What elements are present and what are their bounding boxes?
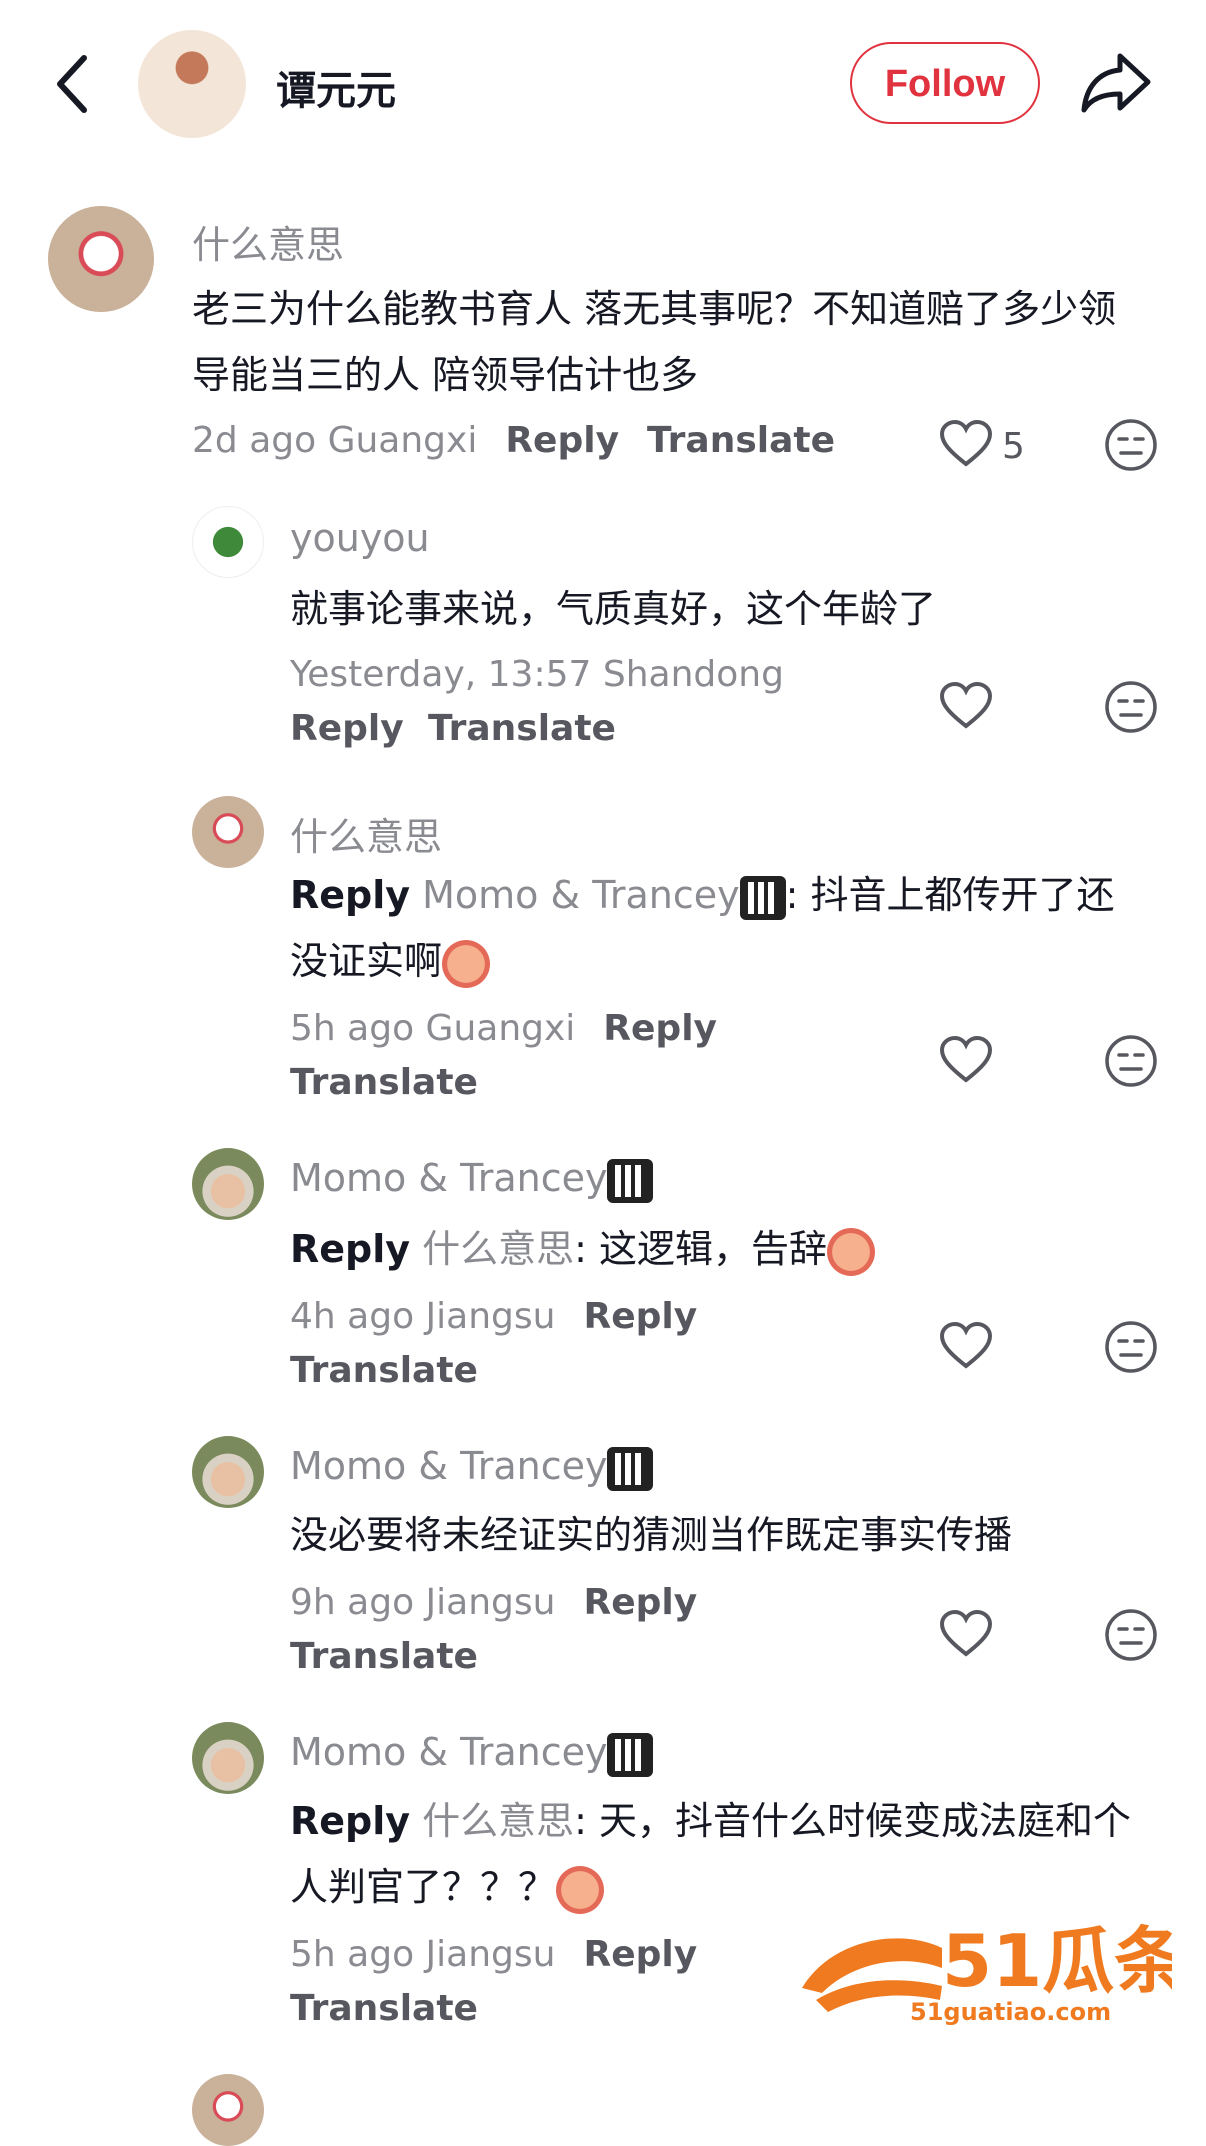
header-bar: 谭元元 Follow bbox=[0, 0, 1206, 170]
translate-button[interactable]: Translate bbox=[428, 708, 616, 749]
comment-time-location: 5h ago Jiangsu bbox=[290, 1934, 556, 1975]
translate-button[interactable]: Translate bbox=[647, 420, 835, 461]
reply-to-user[interactable]: 什么意思 bbox=[422, 1799, 574, 1843]
commenter-avatar[interactable] bbox=[192, 2074, 264, 2146]
back-icon[interactable] bbox=[52, 52, 92, 116]
commenter-name[interactable]: Momo & Trancey bbox=[290, 1730, 607, 1774]
reply-prefix: Reply bbox=[290, 873, 411, 917]
heart-icon[interactable] bbox=[940, 682, 992, 730]
crying-emoji bbox=[442, 939, 491, 988]
commenter-name[interactable]: Momo & Trancey bbox=[290, 1156, 607, 1200]
comment-time-location: 9h ago Jiangsu bbox=[290, 1582, 556, 1623]
translate-button[interactable]: Translate bbox=[290, 1350, 478, 1391]
commenter-name-row: Momo & Trancey bbox=[290, 1156, 654, 1203]
comment-text: 老三为什么能教书育人 落无其事呢？不知道赔了多少领导能当三的人 陪领导估计也多 bbox=[192, 287, 1117, 397]
heart-icon[interactable] bbox=[940, 1610, 992, 1658]
comment-meta: 5h ago Jiangsu Reply bbox=[290, 1934, 697, 1975]
dislike-icon[interactable] bbox=[1104, 1320, 1158, 1374]
reply-button[interactable]: Reply bbox=[583, 1934, 697, 1975]
comment-time-location: 5h ago Guangxi bbox=[290, 1008, 576, 1049]
comment-text: : 天，抖音什么时候变成法庭和个人判官了？？？ bbox=[290, 1799, 1132, 1909]
comment-time-location: Yesterday, 13:57 Shandong bbox=[290, 654, 784, 695]
translate-button[interactable]: Translate bbox=[290, 1062, 478, 1103]
dislike-icon[interactable] bbox=[1104, 1608, 1158, 1662]
reply-button[interactable]: Reply bbox=[290, 708, 404, 749]
author-avatar[interactable] bbox=[138, 30, 246, 138]
heart-icon[interactable] bbox=[940, 1322, 992, 1370]
piano-emoji bbox=[607, 1158, 654, 1203]
commenter-avatar[interactable] bbox=[192, 1436, 264, 1508]
commenter-name[interactable]: 什么意思 bbox=[290, 806, 442, 861]
comment-text: : 这逻辑，告辞 bbox=[574, 1227, 828, 1271]
reply-button[interactable]: Reply bbox=[583, 1582, 697, 1623]
like-count: 5 bbox=[1002, 426, 1025, 467]
piano-emoji bbox=[607, 1446, 654, 1491]
author-name[interactable]: 谭元元 bbox=[276, 58, 396, 116]
commenter-name-row: Momo & Trancey bbox=[290, 1444, 654, 1491]
comment-meta: 9h ago Jiangsu Reply bbox=[290, 1582, 697, 1623]
share-icon[interactable] bbox=[1080, 50, 1152, 114]
commenter-name[interactable]: Momo & Trancey bbox=[290, 1444, 607, 1488]
watermark-url: 51guatiao.com bbox=[910, 1998, 1111, 2026]
crying-emoji bbox=[556, 1865, 605, 1914]
comment-meta: 5h ago Guangxi Reply bbox=[290, 1008, 717, 1049]
piano-emoji bbox=[739, 875, 786, 920]
translate-button[interactable]: Translate bbox=[290, 1988, 478, 2029]
comment-text-block: Reply Momo & Trancey: 抖音上都传开了还没证实啊 bbox=[290, 862, 1150, 994]
watermark-logo: 51瓜条 51guatiao.com bbox=[802, 1919, 1172, 2026]
commenter-avatar[interactable] bbox=[48, 206, 154, 312]
piano-emoji bbox=[607, 1732, 654, 1777]
heart-icon[interactable] bbox=[940, 1036, 992, 1084]
reply-button[interactable]: Reply bbox=[505, 420, 619, 461]
comment-text-block: Reply 什么意思: 天，抖音什么时候变成法庭和个人判官了？？？ bbox=[290, 1788, 1150, 1920]
watermark-brand: 51瓜条 bbox=[942, 1919, 1172, 2003]
dislike-icon[interactable] bbox=[1104, 1034, 1158, 1088]
translate-button[interactable]: Translate bbox=[290, 1636, 478, 1677]
reply-button[interactable]: Reply bbox=[603, 1008, 717, 1049]
reply-prefix: Reply bbox=[290, 1799, 411, 1843]
comment-time-location: 2d ago Guangxi bbox=[192, 420, 478, 461]
comment-time-location: 4h ago Jiangsu bbox=[290, 1296, 556, 1337]
comment-text: 就事论事来说，气质真好，这个年龄了 bbox=[290, 587, 937, 631]
dislike-icon[interactable] bbox=[1104, 418, 1158, 472]
commenter-name[interactable]: youyou bbox=[290, 516, 430, 560]
reply-prefix: Reply bbox=[290, 1227, 411, 1271]
commenter-name-row: Momo & Trancey bbox=[290, 1730, 654, 1777]
reply-button[interactable]: Reply bbox=[583, 1296, 697, 1337]
reply-to-user[interactable]: 什么意思 bbox=[422, 1227, 574, 1271]
commenter-avatar[interactable] bbox=[192, 1722, 264, 1794]
comment-text: 没必要将未经证实的猜测当作既定事实传播 bbox=[290, 1513, 1013, 1557]
crying-emoji bbox=[827, 1227, 876, 1276]
dislike-icon[interactable] bbox=[1104, 680, 1158, 734]
comment-text-block: Reply 什么意思: 这逻辑，告辞 bbox=[290, 1216, 1150, 1282]
commenter-avatar[interactable] bbox=[192, 796, 264, 868]
reply-to-user[interactable]: Momo & Trancey bbox=[422, 873, 739, 917]
comment-meta: 2d ago Guangxi Reply Translate bbox=[192, 420, 835, 461]
commenter-name[interactable]: 什么意思 bbox=[192, 214, 344, 269]
heart-icon[interactable] bbox=[940, 420, 992, 468]
commenter-avatar[interactable] bbox=[192, 506, 264, 578]
follow-button[interactable]: Follow bbox=[850, 42, 1040, 124]
comment-meta: 4h ago Jiangsu Reply bbox=[290, 1296, 697, 1337]
commenter-avatar[interactable] bbox=[192, 1148, 264, 1220]
